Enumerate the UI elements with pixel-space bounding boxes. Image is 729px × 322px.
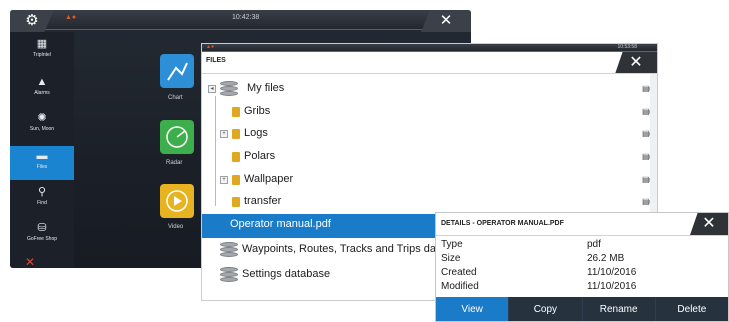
bell-icon: ▲ bbox=[36, 76, 48, 88]
property-created-value: 11/10/2016 bbox=[587, 267, 637, 278]
sidebar-item-files[interactable]: ▬ Files bbox=[10, 146, 74, 180]
property-modified-value: 11/10/2016 bbox=[587, 281, 637, 292]
collapse-icon[interactable]: ◂ bbox=[208, 85, 216, 93]
folder-icon bbox=[232, 129, 240, 139]
video-app-label: Video bbox=[168, 224, 184, 230]
expand-icon[interactable]: + bbox=[220, 130, 228, 138]
chart-app-label: Chart bbox=[168, 95, 183, 101]
files-title: FILES bbox=[206, 57, 226, 64]
play-icon bbox=[166, 190, 188, 212]
folder-icon bbox=[232, 107, 240, 117]
property-size-label: Size bbox=[441, 253, 461, 264]
copy-button[interactable]: Copy bbox=[509, 297, 583, 321]
details-divider bbox=[436, 235, 728, 236]
status-clock: 10:42:38 bbox=[232, 14, 260, 21]
property-created-label: Created bbox=[441, 267, 477, 278]
files-clock: 10:53:58 bbox=[617, 44, 637, 50]
folder-icon bbox=[232, 152, 240, 162]
database-icon bbox=[220, 81, 238, 96]
magnifier-icon: ⚲ bbox=[37, 186, 47, 198]
chart-app-tile[interactable] bbox=[160, 54, 194, 88]
property-modified-label: Modified bbox=[441, 281, 479, 292]
sidebar-item-alarms[interactable]: ▲ Alarms bbox=[10, 72, 74, 106]
property-type-value: pdf bbox=[587, 239, 601, 250]
sidebar-item-find[interactable]: ⚲ Find bbox=[10, 182, 74, 216]
files-status-bar: ▲● 10:53:58 bbox=[202, 44, 657, 52]
shop-icon: ⛁ bbox=[37, 222, 47, 234]
video-app-tile[interactable] bbox=[160, 184, 194, 218]
folder-icon bbox=[232, 175, 240, 185]
close-files-button[interactable]: ✕ bbox=[615, 52, 657, 74]
folder-icon bbox=[232, 197, 240, 207]
home-sidebar: ▦ TripIntel ▲ Alarms ✺ Sun, Moon ▬ Files… bbox=[10, 32, 74, 268]
list-item-logs[interactable]: + Logs ▤▸ bbox=[202, 123, 654, 145]
radar-app-tile[interactable] bbox=[160, 120, 194, 154]
folder-icon: ▬ bbox=[36, 150, 48, 162]
details-title: DETAILS - OPERATOR MANUAL.PDF bbox=[441, 220, 564, 227]
radar-app-label: Radar bbox=[166, 160, 183, 166]
details-panel: DETAILS - OPERATOR MANUAL.PDF ✕ Type pdf… bbox=[435, 212, 729, 322]
delete-button[interactable]: Delete bbox=[655, 297, 728, 321]
list-item-my-files[interactable]: ◂ My files ▤▸ bbox=[202, 78, 654, 100]
list-item-gribs[interactable]: Gribs ▤▸ bbox=[202, 101, 654, 123]
chart-icon bbox=[167, 62, 188, 81]
list-item-polars[interactable]: Polars ▤▸ bbox=[202, 146, 654, 168]
database-icon bbox=[220, 242, 238, 257]
close-details-button[interactable]: ✕ bbox=[690, 213, 728, 235]
power-icon[interactable]: ✕ bbox=[25, 255, 35, 268]
tripintel-icon: ▦ bbox=[36, 38, 48, 50]
sidebar-item-sun-moon[interactable]: ✺ Sun, Moon bbox=[10, 108, 74, 142]
property-size-value: 26.2 MB bbox=[587, 253, 625, 264]
property-type-label: Type bbox=[441, 239, 463, 250]
list-item-wallpaper[interactable]: + Wallpaper ▤▸ bbox=[202, 169, 654, 191]
details-action-bar: View Copy Rename Delete bbox=[436, 297, 728, 321]
sidebar-item-tripintel[interactable]: ▦ TripIntel bbox=[10, 34, 74, 68]
status-bar: ▲● 10:42:38 bbox=[10, 10, 471, 30]
warning-icon: ▲● bbox=[65, 14, 77, 21]
warning-icon: ▲● bbox=[206, 44, 214, 50]
expand-icon[interactable]: + bbox=[220, 176, 228, 184]
sun-icon: ✺ bbox=[37, 112, 47, 124]
sidebar-item-gofree-shop[interactable]: ⛁ GoFree Shop bbox=[10, 218, 74, 252]
view-button[interactable]: View bbox=[436, 297, 510, 321]
list-item-transfer[interactable]: transfer ▤▸ bbox=[202, 191, 654, 213]
radar-icon bbox=[166, 126, 188, 148]
title-divider bbox=[202, 73, 657, 74]
database-icon bbox=[220, 267, 238, 282]
rename-button[interactable]: Rename bbox=[582, 297, 656, 321]
